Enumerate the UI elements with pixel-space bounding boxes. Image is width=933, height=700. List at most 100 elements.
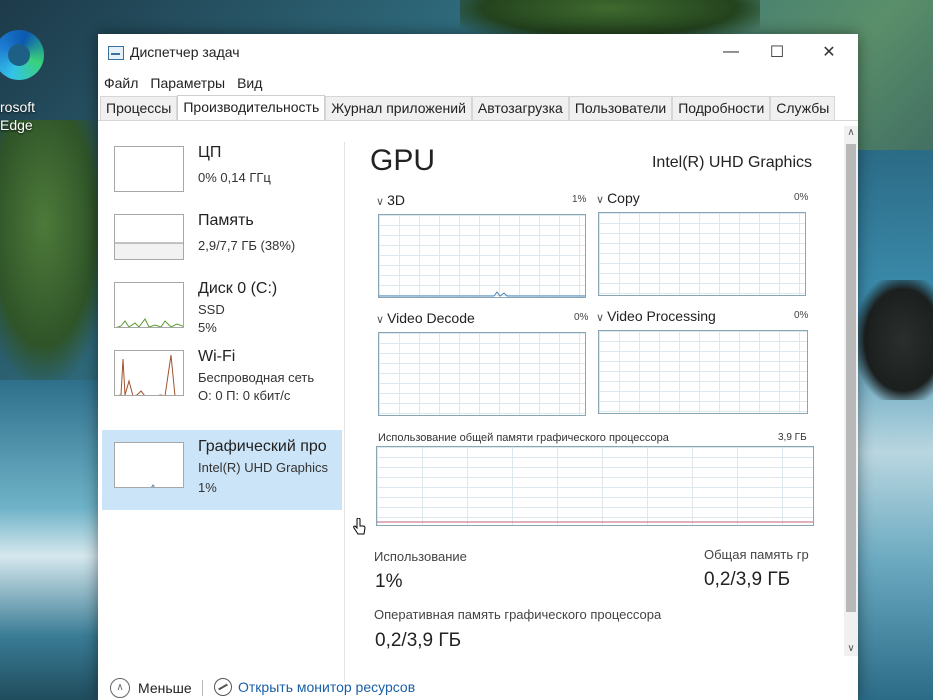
- sidebar-item-title: Графический про: [198, 438, 327, 455]
- tab-details[interactable]: Подробности: [672, 96, 771, 120]
- wallpaper-rock: [858, 280, 933, 400]
- wifi-thumbnail-graph: [114, 350, 184, 396]
- chevron-down-icon: ∨: [596, 194, 605, 206]
- disk-thumbnail-svg: [116, 318, 183, 327]
- engine-percent: 0%: [574, 312, 589, 323]
- wifi-activity-line: [117, 354, 176, 395]
- engine-name: Copy: [607, 190, 640, 206]
- minimize-button[interactable]: —: [708, 38, 754, 66]
- sidebar-item-detail-2: 1%: [198, 480, 217, 495]
- sidebar-item-gpu[interactable]: Графический про Intel(R) UHD Graphics 1%: [102, 430, 342, 510]
- engine-percent: 1%: [572, 194, 587, 205]
- shared-memory-graph-svg: [377, 521, 813, 523]
- gpu-thumbnail-svg: [151, 484, 155, 487]
- gpu-activity-line: [151, 484, 155, 487]
- sidebar-item-disk[interactable]: Диск 0 (C:) SSD 5%: [102, 270, 342, 340]
- title-bar[interactable]: Диспетчер задач — ☐ ✕: [98, 34, 858, 70]
- tab-startup[interactable]: Автозагрузка: [471, 96, 569, 120]
- wallpaper-sea-right: [853, 150, 933, 700]
- engine-3d-line: [379, 291, 585, 297]
- sidebar-item-title: Память: [198, 212, 254, 229]
- hand-cursor-icon: [353, 518, 366, 535]
- dedicated-memory-label: Оперативная память графического процессо…: [374, 607, 662, 622]
- performance-sidebar: ЦП 0% 0,14 ГГц Память 2,9/7,7 ГБ (38%) Д…: [102, 124, 342, 679]
- memory-fill: [115, 243, 183, 259]
- engine-graph-3d: [378, 214, 586, 298]
- memory-thumbnail-svg: [115, 242, 183, 259]
- edge-icon: [0, 30, 44, 80]
- tab-performance[interactable]: Производительность: [177, 95, 326, 120]
- menu-file[interactable]: Файл: [98, 72, 144, 96]
- disk-thumbnail-graph: [114, 282, 184, 328]
- engine-name: Video Processing: [607, 308, 716, 324]
- engine-selector-video-processing[interactable]: ∨ Video Processing: [596, 308, 716, 324]
- page-title: GPU: [370, 144, 436, 177]
- engine-percent: 0%: [794, 192, 809, 203]
- engine-graph-3d-svg: [379, 291, 585, 297]
- fewer-details-button[interactable]: Меньше: [138, 680, 192, 696]
- footer-divider: [202, 680, 203, 696]
- menu-view[interactable]: Вид: [231, 72, 268, 96]
- tab-app-history[interactable]: Журнал приложений: [325, 96, 472, 120]
- engine-graph-video-processing: [598, 330, 808, 414]
- sidebar-item-detail-2: 5%: [198, 320, 217, 335]
- chevron-down-icon: ∨: [596, 312, 605, 324]
- shared-memory-stat-label: Общая память гр: [704, 547, 809, 562]
- window-title: Диспетчер задач: [130, 44, 240, 60]
- dedicated-memory-value: 0,2/3,9 ГБ: [375, 630, 462, 651]
- memory-thumbnail-graph: [114, 214, 184, 260]
- usage-value: 1%: [375, 571, 403, 592]
- sidebar-item-wifi[interactable]: Wi-Fi Беспроводная сеть О: 0 П: 0 кбит/с: [102, 338, 342, 408]
- maximize-button[interactable]: ☐: [754, 38, 800, 66]
- engine-graph-copy: [598, 212, 806, 296]
- disk-activity-line: [116, 318, 183, 327]
- engine-selector-3d[interactable]: ∨ 3D: [376, 192, 405, 208]
- tab-divider: [98, 120, 858, 121]
- sidebar-item-title: ЦП: [198, 144, 222, 161]
- scroll-thumb[interactable]: [846, 144, 856, 612]
- engine-selector-copy[interactable]: ∨ Copy: [596, 190, 640, 206]
- tab-bar: Процессы Производительность Журнал прило…: [100, 95, 836, 120]
- shared-memory-graph: [376, 446, 814, 526]
- engine-selector-video-decode[interactable]: ∨ Video Decode: [376, 310, 475, 326]
- wallpaper-cliff-left: [0, 120, 110, 380]
- tab-users[interactable]: Пользователи: [568, 96, 673, 120]
- engine-name: 3D: [387, 192, 405, 208]
- usage-label: Использование: [374, 549, 467, 564]
- engine-name: Video Decode: [387, 310, 475, 326]
- sidebar-divider: [344, 142, 345, 682]
- desktop-icon-label: rosoft Edge: [0, 99, 36, 133]
- sidebar-item-detail: SSD: [198, 302, 225, 317]
- tab-services[interactable]: Службы: [770, 96, 836, 120]
- sidebar-item-detail: 0% 0,14 ГГц: [198, 170, 271, 185]
- sidebar-item-title: Диск 0 (C:): [198, 280, 278, 297]
- open-resource-monitor-link[interactable]: Открыть монитор ресурсов: [238, 679, 415, 695]
- menu-bar: Файл Параметры Вид: [98, 72, 268, 96]
- cursor-shape: [353, 518, 366, 535]
- sidebar-item-cpu[interactable]: ЦП 0% 0,14 ГГц: [102, 134, 342, 204]
- sidebar-item-detail: Intel(R) UHD Graphics: [198, 460, 329, 475]
- wallpaper-sea-left: [0, 380, 100, 700]
- wifi-thumbnail-svg: [117, 354, 176, 395]
- gpu-model-name: Intel(R) UHD Graphics: [651, 154, 812, 171]
- scroll-down-icon[interactable]: ∨: [844, 642, 858, 656]
- vertical-scrollbar[interactable]: ∧ ∨: [844, 126, 858, 656]
- chevron-down-icon: ∨: [376, 196, 385, 208]
- close-button[interactable]: ✕: [806, 38, 852, 66]
- shared-memory-stat-value: 0,2/3,9 ГБ: [704, 569, 791, 590]
- sidebar-item-detail-2: О: 0 П: 0 кбит/с: [198, 388, 291, 403]
- engine-percent: 0%: [794, 310, 809, 321]
- footer-bar: ∧ Меньше Открыть монитор ресурсов: [98, 674, 858, 700]
- sidebar-item-title: Wi-Fi: [198, 348, 236, 365]
- resource-monitor-icon: [214, 678, 232, 696]
- scroll-up-icon[interactable]: ∧: [844, 126, 858, 140]
- sidebar-item-memory[interactable]: Память 2,9/7,7 ГБ (38%): [102, 202, 342, 272]
- engine-graph-video-decode: [378, 332, 586, 416]
- task-manager-window: Диспетчер задач — ☐ ✕ Файл Параметры Вид…: [98, 34, 858, 700]
- chevron-up-icon[interactable]: ∧: [110, 678, 130, 698]
- gpu-thumbnail-graph: [114, 442, 184, 488]
- tab-processes[interactable]: Процессы: [100, 96, 178, 120]
- shared-memory-label: Использование общей памяти графического …: [378, 432, 669, 444]
- sidebar-item-detail: 2,9/7,7 ГБ (38%): [198, 238, 296, 253]
- menu-options[interactable]: Параметры: [144, 72, 231, 96]
